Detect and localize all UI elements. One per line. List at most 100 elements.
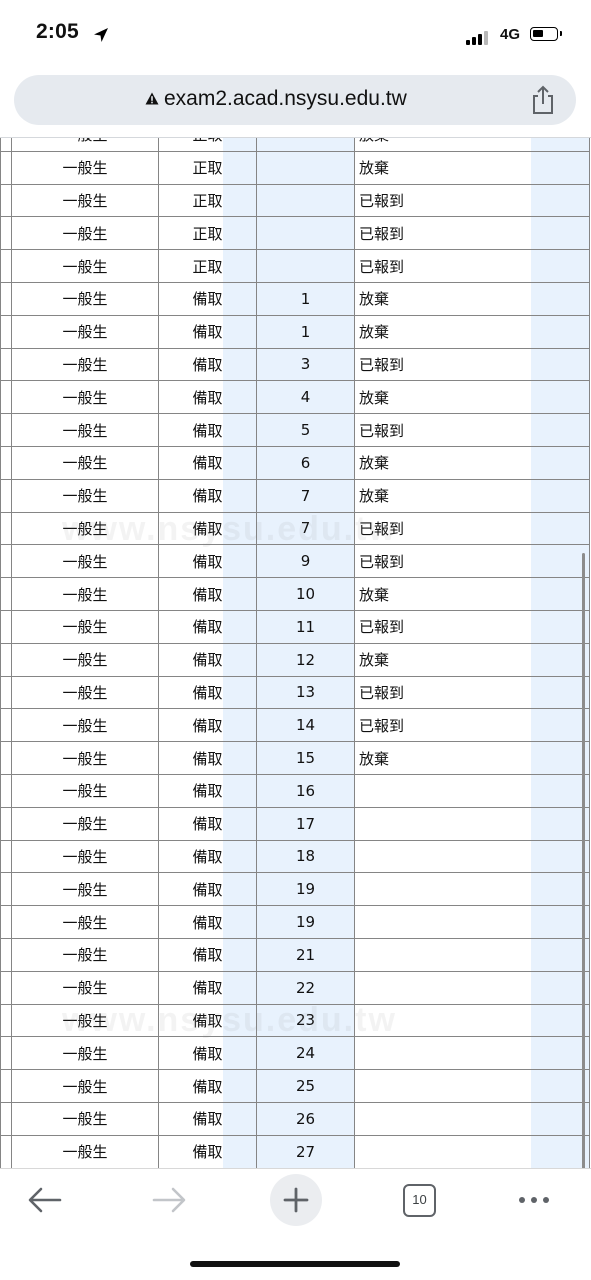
student-type-cell: 一般生 (12, 1004, 159, 1038)
registration-status-cell (355, 1004, 590, 1038)
page-content[interactable]: 一般生正取放棄一般生正取放棄一般生正取已報到一般生正取已報到一般生正取已報到一般… (0, 138, 591, 1168)
tabs-icon[interactable]: 10 (403, 1184, 436, 1217)
row-edge-cell (0, 643, 12, 677)
registration-status-cell (355, 840, 590, 874)
table-row: 一般生 備取 19 (0, 873, 590, 907)
row-edge-cell (0, 151, 12, 185)
waitlist-rank-cell: 26 (257, 1102, 355, 1136)
admission-type-cell: 正取 (159, 151, 257, 185)
admission-type-cell: 備取 (159, 578, 257, 611)
table-row: 一般生 備取 9 已報到 (0, 545, 590, 579)
registration-status-cell (355, 1037, 590, 1071)
waitlist-rank-cell: 9 (257, 545, 355, 579)
url-text[interactable]: exam2.acad.nsysu.edu.tw (164, 87, 407, 111)
row-edge-cell (0, 545, 12, 579)
admission-type-cell: 備取 (159, 643, 257, 677)
admission-type-cell: 備取 (159, 774, 257, 808)
new-tab-button[interactable] (270, 1174, 322, 1226)
table-row: 一般生 正取 已報到 (0, 217, 590, 251)
admission-type-cell: 備取 (159, 906, 257, 939)
row-edge-cell (0, 906, 12, 939)
row-edge-cell (0, 184, 12, 218)
status-bar: 2:05 4G (0, 0, 591, 70)
registration-status-cell: 已報到 (355, 545, 590, 579)
student-type-cell: 一般生 (12, 742, 159, 775)
registration-status-cell: 放棄 (355, 138, 590, 152)
row-edge-cell (0, 774, 12, 808)
registration-status-cell: 已報到 (355, 610, 590, 644)
row-edge-cell (0, 840, 12, 874)
forward-arrow-icon[interactable] (150, 1185, 188, 1215)
table-row: 一般生 備取 1 放棄 (0, 315, 590, 349)
waitlist-rank-cell (257, 250, 355, 283)
table-row: 一般生 備取 24 (0, 1037, 590, 1071)
table-row: 一般生 備取 12 放棄 (0, 643, 590, 677)
signal-bars-icon (466, 29, 492, 45)
registration-status-cell (355, 1135, 590, 1168)
more-dots-icon[interactable] (515, 1189, 553, 1211)
registration-status-cell (355, 1070, 590, 1103)
row-edge-cell (0, 807, 12, 841)
admission-type-cell: 備取 (159, 1037, 257, 1071)
registration-status-cell: 已報到 (355, 348, 590, 382)
table-row: 一般生 備取 7 放棄 (0, 479, 590, 513)
scroll-indicator[interactable] (582, 553, 585, 1168)
back-arrow-icon[interactable] (26, 1185, 64, 1215)
table-row: 一般生 備取 10 放棄 (0, 578, 590, 611)
row-edge-cell (0, 479, 12, 513)
row-edge-cell (0, 709, 12, 743)
waitlist-rank-cell: 19 (257, 906, 355, 939)
student-type-cell: 一般生 (12, 971, 159, 1005)
registration-status-cell: 已報到 (355, 217, 590, 251)
student-type-cell: 一般生 (12, 446, 159, 480)
student-type-cell: 一般生 (12, 184, 159, 218)
table-row: 一般生 備取 6 放棄 (0, 446, 590, 480)
registration-status-cell (355, 807, 590, 841)
admission-type-cell: 備取 (159, 1135, 257, 1168)
table-row: 一般生 備取 19 (0, 906, 590, 939)
row-edge-cell (0, 348, 12, 382)
row-edge-cell (0, 250, 12, 283)
waitlist-rank-cell: 13 (257, 676, 355, 710)
admission-type-cell: 備取 (159, 1004, 257, 1038)
waitlist-rank-cell: 17 (257, 807, 355, 841)
row-edge-cell (0, 1004, 12, 1038)
waitlist-rank-cell: 25 (257, 1070, 355, 1103)
student-type-cell: 一般生 (12, 1037, 159, 1071)
row-edge-cell (0, 282, 12, 316)
table-row: 一般生 備取 25 (0, 1070, 590, 1103)
registration-status-cell: 放棄 (355, 446, 590, 480)
table-row: 一般生 備取 22 (0, 971, 590, 1005)
admission-type-cell: 備取 (159, 610, 257, 644)
admission-type-cell: 正取 (159, 138, 257, 152)
student-type-cell: 一般生 (12, 151, 159, 185)
admission-type-cell: 備取 (159, 1070, 257, 1103)
waitlist-rank-cell: 24 (257, 1037, 355, 1071)
share-icon[interactable] (530, 85, 556, 115)
table-row: 一般生 正取 已報到 (0, 250, 590, 283)
table-row: 一般生正取 放棄 (0, 151, 590, 185)
admission-type-cell: 備取 (159, 315, 257, 349)
admission-type-cell: 備取 (159, 807, 257, 841)
waitlist-rank-cell: 4 (257, 381, 355, 415)
admission-type-cell: 備取 (159, 873, 257, 907)
student-type-cell: 一般生 (12, 774, 159, 808)
admission-type-cell: 正取 (159, 250, 257, 283)
waitlist-rank-cell: 3 (257, 348, 355, 382)
table-row: 一般生 備取 1 放棄 (0, 282, 590, 316)
table-row: 一般生 備取 16 (0, 774, 590, 808)
network-type: 4G (500, 26, 521, 43)
student-type-cell: 一般生 (12, 840, 159, 874)
waitlist-rank-cell: 21 (257, 938, 355, 972)
bottom-toolbar: 10 (0, 1168, 591, 1280)
student-type-cell: 一般生 (12, 250, 159, 283)
waitlist-rank-cell: 16 (257, 774, 355, 808)
address-bar[interactable]: exam2.acad.nsysu.edu.tw (14, 75, 576, 125)
row-edge-cell (0, 610, 12, 644)
student-type-cell: 一般生 (12, 315, 159, 349)
table-row: 一般生 備取 5 已報到 (0, 414, 590, 447)
registration-status-cell: 放棄 (355, 151, 590, 185)
row-edge-cell (0, 676, 12, 710)
admission-type-cell: 備取 (159, 512, 257, 546)
waitlist-rank-cell: 10 (257, 578, 355, 611)
